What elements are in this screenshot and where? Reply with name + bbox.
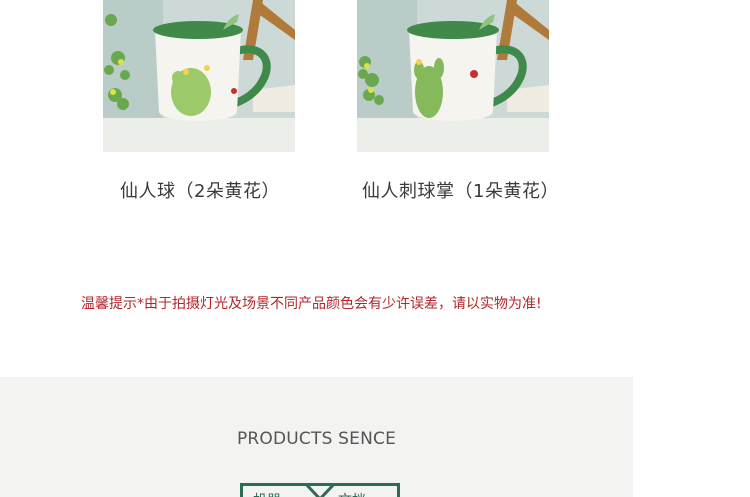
sence-tabs: 机器 文档 [240, 483, 400, 497]
section-title: PRODUCTS SENCE [236, 429, 397, 449]
product-caption: 仙人刺球掌（1朵黄花） [362, 181, 559, 202]
color-notice: 温馨提示*由于拍摄灯光及场景不同产品颜色会有少许误差，请以实物为准! [81, 296, 542, 312]
product-photo [103, 0, 295, 152]
product-caption: 仙人球（2朵黄花） [120, 181, 280, 202]
tab-left-label[interactable]: 机器 [253, 490, 281, 497]
tab-right-label[interactable]: 文档 [338, 490, 366, 497]
products-sence-section: PRODUCTS SENCE 机器 文档 [0, 377, 633, 497]
product-card-cactus-ball[interactable]: 仙人球（2朵黄花） [103, 0, 295, 202]
product-detail-page: 仙人球（2朵黄花） 仙人刺球掌（1朵黄花） 温馨提示*由于拍摄灯光及场景不同产品… [0, 0, 750, 497]
product-card-cactus-prickly[interactable]: 仙人刺球掌（1朵黄花） [357, 0, 558, 202]
product-photo [357, 0, 549, 152]
chevron-divider-icon [305, 483, 335, 497]
